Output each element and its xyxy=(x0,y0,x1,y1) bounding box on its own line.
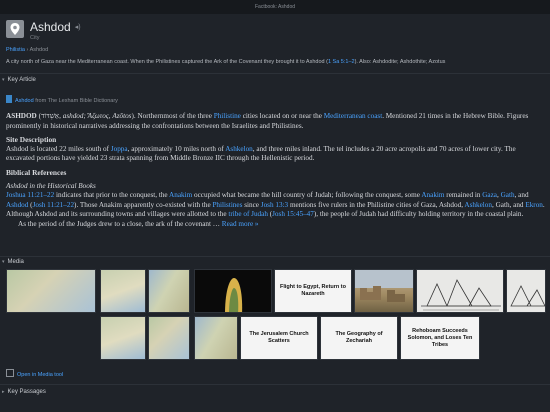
link-anakim[interactable]: Anakim xyxy=(169,191,192,199)
link-anakim[interactable]: Anakim xyxy=(421,191,444,199)
media-thumbnail-figure[interactable]: The Geography of Zechariah xyxy=(320,316,398,360)
media-thumbnail-map[interactable] xyxy=(100,316,146,360)
key-article-header[interactable]: ▾ Key Article xyxy=(2,77,36,83)
book-icon xyxy=(6,95,12,103)
link-joppa[interactable]: Joppa xyxy=(111,145,128,153)
key-passages-header[interactable]: ▸ Key Passages xyxy=(2,389,46,395)
media-thumbnail-map[interactable] xyxy=(194,316,238,360)
read-more-link[interactable]: Read more » xyxy=(222,220,259,228)
subheading-historical-books: Ashdod in the Historical Books xyxy=(6,181,96,190)
media-grid: Flight to Egypt, Return to Nazareth The … xyxy=(6,269,546,360)
media-thumbnail-map[interactable] xyxy=(148,269,190,313)
link-ashdod[interactable]: Ashdod xyxy=(6,201,28,209)
link-ekron[interactable]: Ekron xyxy=(525,201,543,209)
media-thumbnail-figure[interactable]: The Jerusalem Church Scatters xyxy=(240,316,318,360)
article-body: ASHDOD (אַשְׁדּוֹד, ashdod; Ἄζωτος, Azōt… xyxy=(6,112,546,230)
link-joshua-11[interactable]: Joshua 11:21–22 xyxy=(6,191,54,199)
link-gaza[interactable]: Gaza xyxy=(482,191,497,199)
link-josh-11[interactable]: Josh 11:21–22 xyxy=(33,201,74,209)
media-thumbnail-figure[interactable]: Rehoboam Succeeds Solomon, and Loses Ten… xyxy=(400,316,480,360)
chevron-down-icon: ▾ xyxy=(2,259,5,265)
breadcrumb: Philistia › Ashdod xyxy=(6,47,48,53)
breadcrumb-current: Ashdod xyxy=(29,47,49,53)
article-paragraph: As the period of the Judges drew to a cl… xyxy=(18,219,259,228)
breadcrumb-separator: › xyxy=(26,47,29,53)
entry-description: A city north of Gaza near the Mediterran… xyxy=(6,59,446,65)
article-paragraph: ASHDOD (אַשְׁדּוֹד, ashdod; Ἄζωτος, Azōt… xyxy=(6,112,529,130)
heading-biblical-references: Biblical References xyxy=(6,167,67,177)
heading-site-description: Site Description xyxy=(6,135,57,145)
media-icon xyxy=(6,369,14,377)
page-subtitle: City xyxy=(30,35,40,41)
link-ashkelon[interactable]: Ashkelon xyxy=(464,201,492,209)
media-thumbnail-map[interactable] xyxy=(6,269,96,313)
divider xyxy=(0,256,550,257)
media-thumbnail-illustration[interactable] xyxy=(416,269,504,313)
divider xyxy=(0,384,550,385)
link-josh-15[interactable]: Josh 15:45–47 xyxy=(272,210,314,218)
location-pin-icon xyxy=(6,20,24,38)
divider xyxy=(0,73,550,74)
window-title: Factbook: Ashdod xyxy=(254,4,296,10)
article-paragraph: Joshua 11:21–22 indicates that prior to … xyxy=(6,191,545,219)
chevron-right-icon: ▸ xyxy=(2,389,5,395)
breadcrumb-parent-link[interactable]: Philistia xyxy=(6,47,25,53)
media-thumbnail-figure[interactable]: Flight to Egypt, Return to Nazareth xyxy=(274,269,352,313)
media-thumbnail-photo[interactable] xyxy=(194,269,272,313)
article-source: Ashdod from The Lexham Bible Dictionary xyxy=(6,95,118,104)
link-philistine[interactable]: Philistine xyxy=(214,112,241,120)
media-thumbnail-photo[interactable] xyxy=(354,269,414,313)
article-source-link[interactable]: Ashdod xyxy=(15,98,34,104)
article-paragraph: Ashdod is located 22 miles south of Jopp… xyxy=(6,144,516,163)
link-gath[interactable]: Gath xyxy=(501,191,515,199)
media-thumbnail-map[interactable] xyxy=(100,269,146,313)
link-ashkelon[interactable]: Ashkelon xyxy=(225,145,253,153)
window-titlebar: Factbook: Ashdod xyxy=(0,0,550,14)
description-ref-link[interactable]: 1 Sa 5:1–2 xyxy=(328,59,355,65)
open-media-tool-link[interactable]: Open in Media tool xyxy=(6,369,63,378)
speaker-icon[interactable]: ◂) xyxy=(75,24,81,31)
link-tribe-of-judah[interactable]: tribe of Judah xyxy=(228,210,268,218)
media-thumbnail-illustration[interactable] xyxy=(506,269,546,313)
link-mediterranean-coast[interactable]: Mediterranean coast xyxy=(324,112,382,120)
page-title: Ashdod ◂) xyxy=(30,20,81,34)
chevron-down-icon: ▾ xyxy=(2,77,5,83)
media-header[interactable]: ▾ Media xyxy=(2,259,24,265)
link-philistines[interactable]: Philistines xyxy=(212,201,242,209)
media-thumbnail-map[interactable] xyxy=(148,316,190,360)
link-josh-13[interactable]: Josh 13:3 xyxy=(261,201,288,209)
